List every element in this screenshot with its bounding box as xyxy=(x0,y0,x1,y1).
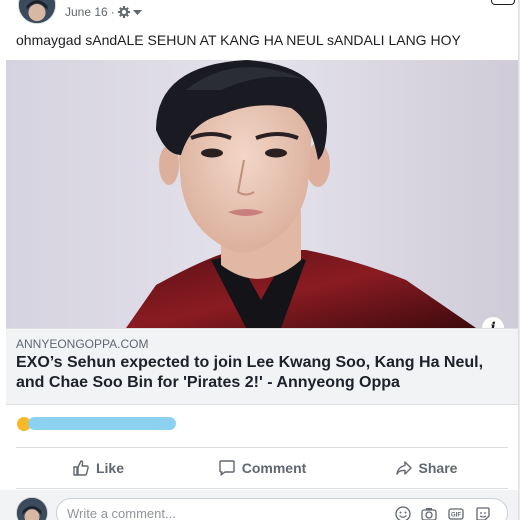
chevron-down-icon[interactable] xyxy=(132,5,142,19)
post-actions: Like Comment Share xyxy=(16,452,508,484)
share-button[interactable]: Share xyxy=(344,452,508,484)
comment-box[interactable]: GIF xyxy=(56,498,508,520)
post-header: June 16 · xyxy=(0,0,518,30)
link-title[interactable]: EXO’s Sehun expected to join Lee Kwang S… xyxy=(16,353,506,393)
link-preview-box[interactable]: ANNYEONGOPPA.COM EXO’s Sehun expected to… xyxy=(6,328,518,405)
post-options-button[interactable] xyxy=(491,0,515,5)
gear-icon[interactable] xyxy=(117,6,130,18)
camera-icon[interactable] xyxy=(421,506,437,520)
post-text: ohmaygad sAndALE SEHUN AT KANG HA NEUL s… xyxy=(16,32,461,48)
meta-separator: · xyxy=(110,5,115,19)
comment-input[interactable] xyxy=(67,506,367,520)
author-avatar[interactable] xyxy=(18,0,56,24)
comment-composer: GIF xyxy=(0,490,518,520)
thumbs-up-icon xyxy=(73,460,89,476)
share-label: Share xyxy=(418,460,458,476)
post-date[interactable]: June 16 xyxy=(65,5,108,19)
link-domain: ANNYEONGOPPA.COM xyxy=(16,337,149,351)
redacted-names xyxy=(28,417,176,430)
smiley-icon[interactable] xyxy=(395,506,411,520)
post-card: June 16 · ohmaygad sAndALE SEHUN AT KANG… xyxy=(0,0,519,520)
comment-button[interactable]: Comment xyxy=(180,452,344,484)
portrait-photo xyxy=(6,60,518,328)
post-meta: June 16 · xyxy=(65,5,142,19)
reaction-summary[interactable] xyxy=(16,414,196,434)
gif-icon[interactable]: GIF xyxy=(448,506,464,520)
share-arrow-icon xyxy=(395,461,412,475)
sticker-icon[interactable] xyxy=(475,506,491,520)
speech-bubble-icon xyxy=(219,460,235,476)
like-button[interactable]: Like xyxy=(16,452,180,484)
svg-text:GIF: GIF xyxy=(451,513,461,519)
like-label: Like xyxy=(95,460,124,476)
avatar-image xyxy=(17,498,47,520)
link-preview-image[interactable] xyxy=(6,60,518,328)
comment-label: Comment xyxy=(241,460,307,476)
actions-divider-bottom xyxy=(16,488,508,489)
actions-divider-top xyxy=(16,447,508,448)
avatar-image xyxy=(19,0,55,23)
